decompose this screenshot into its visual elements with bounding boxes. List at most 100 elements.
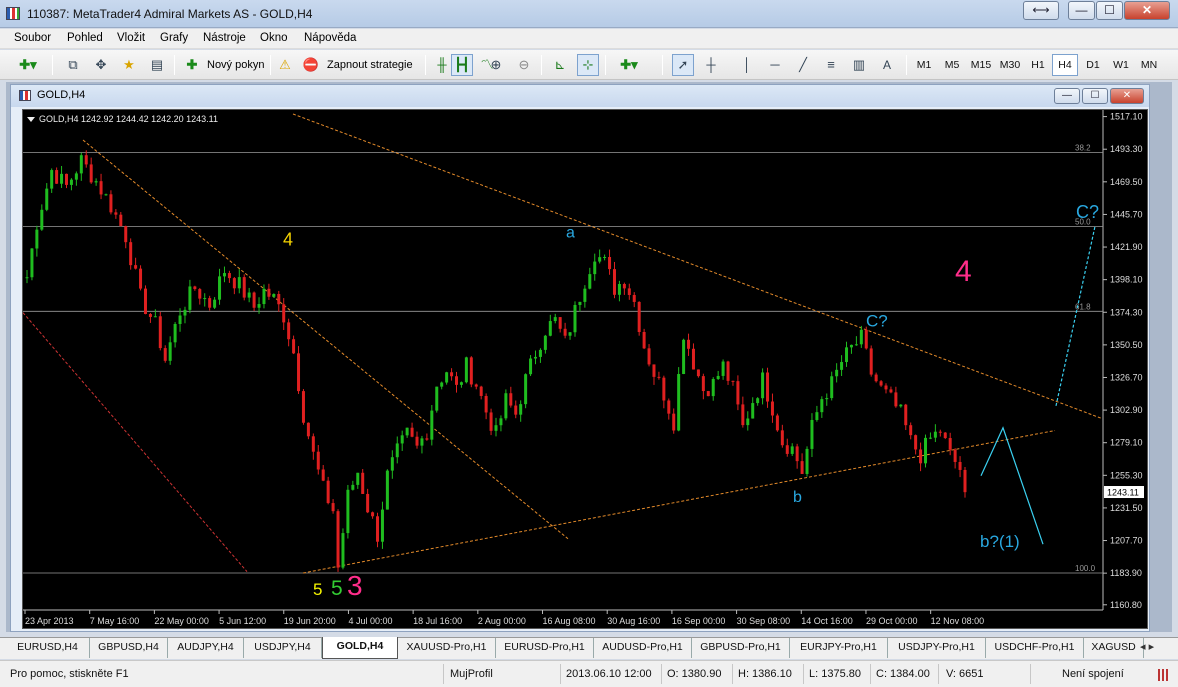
candle-body — [563, 328, 567, 336]
wave-label: a — [566, 224, 575, 241]
candle-body — [435, 386, 439, 411]
chart-tab[interactable]: EURJPY-Pro,H1 — [790, 638, 888, 658]
timeframe-h4[interactable]: H4 — [1052, 54, 1078, 76]
chart-tab[interactable]: USDCHF-Pro,H1 — [986, 638, 1084, 658]
chart-canvas[interactable]: 1517.10 1493.30 1469.50 1445.70 1421.90 1398.… — [23, 110, 1147, 628]
chart-tab[interactable]: GBPUSD,H4 — [90, 638, 168, 658]
horizontal-line-icon[interactable]: ─ — [764, 54, 786, 76]
menu-grafy[interactable]: Grafy — [160, 32, 188, 44]
status-profile[interactable]: MujProfil — [450, 668, 493, 680]
candle-body — [598, 257, 602, 262]
status-high: H: 1386.10 — [738, 668, 792, 680]
candle-body — [237, 277, 241, 289]
time-tick-label: 5 Jun 12:00 — [219, 616, 266, 626]
chart-shift-icon[interactable]: ⊹ — [577, 54, 599, 76]
candle-body — [538, 349, 542, 357]
profiles-icon[interactable]: ⧉ — [62, 54, 84, 76]
candle-body — [227, 273, 231, 279]
trendline-icon[interactable]: ╱ — [792, 54, 814, 76]
candle-body — [326, 480, 330, 504]
auto-trading-icon[interactable]: ⛔ — [300, 54, 322, 76]
cursor-icon[interactable]: ➚ — [672, 54, 694, 76]
menu-soubor[interactable]: Soubor — [14, 32, 51, 44]
candle-body — [647, 348, 651, 365]
chart-tab[interactable]: USDJPY,H4 — [244, 638, 322, 658]
favorites-icon[interactable]: ★ — [118, 54, 140, 76]
candle-chart-icon[interactable]: ┣┫ — [451, 54, 473, 76]
timeframe-h1[interactable]: H1 — [1025, 54, 1051, 76]
candle-body — [914, 435, 918, 450]
window-title: 110387: MetaTrader4 Admiral Markets AS -… — [27, 7, 313, 21]
timeframe-m15[interactable]: M15 — [967, 54, 995, 76]
candle-body — [593, 261, 597, 275]
candle-body — [272, 294, 276, 297]
menu-nastroje[interactable]: Nástroje — [203, 32, 246, 44]
candle-body — [336, 511, 340, 568]
candle-body — [766, 372, 770, 402]
auto-trading-button[interactable]: Zapnout strategie — [327, 59, 413, 71]
candle-body — [361, 472, 365, 494]
tab-scroll-arrows-icon[interactable]: ◂ ▸ — [1140, 640, 1174, 653]
crosshair-icon[interactable]: ┼ — [700, 54, 722, 76]
chart-header-ohlc: GOLD,H4 1242.92 1244.42 1242.20 1243.11 — [39, 114, 218, 124]
new-order-button[interactable]: Nový pokyn — [207, 59, 264, 71]
price-tick-label: 1469.50 — [1110, 177, 1143, 187]
minimize-button[interactable]: — — [1068, 1, 1095, 20]
candle-body — [316, 451, 320, 470]
timeframe-m30[interactable]: M30 — [996, 54, 1024, 76]
crosshair-nav-icon[interactable]: ✥ — [90, 54, 112, 76]
price-chart[interactable]: 1517.10 1493.30 1469.50 1445.70 1421.90 1398.… — [22, 109, 1148, 629]
timeframe-mn[interactable]: MN — [1136, 54, 1162, 76]
timeframe-w1[interactable]: W1 — [1108, 54, 1134, 76]
text-tool[interactable]: A — [876, 54, 898, 76]
fibonacci-icon[interactable]: ▥ — [848, 54, 870, 76]
candle-body — [148, 314, 152, 317]
chart-tab[interactable]: USDJPY-Pro,H1 — [888, 638, 986, 658]
wave-label: 5 — [331, 577, 343, 600]
candle-body — [879, 381, 883, 386]
chart-tab[interactable]: AUDUSD-Pro,H1 — [594, 638, 692, 658]
menu-napoveda[interactable]: Nápověda — [304, 32, 356, 44]
chart-close-button[interactable]: ✕ — [1110, 88, 1144, 104]
candle-body — [909, 425, 913, 436]
indicators-icon[interactable]: ✚▾ — [612, 54, 646, 76]
warning-icon[interactable]: ⚠ — [274, 54, 296, 76]
candle-body — [928, 437, 932, 439]
chart-minimize-button[interactable]: — — [1054, 88, 1080, 104]
candle-body — [711, 379, 715, 397]
autoscroll-icon[interactable]: ⊾ — [549, 54, 571, 76]
menu-vlozit[interactable]: Vložit — [117, 32, 145, 44]
maximize-button[interactable]: ☐ — [1096, 1, 1123, 20]
candle-body — [830, 376, 834, 399]
chart-tab[interactable]: XAUUSD-Pro,H1 — [398, 638, 496, 658]
chart-tab[interactable]: EURUSD-Pro,H1 — [496, 638, 594, 658]
timeframe-m5[interactable]: M5 — [939, 54, 965, 76]
timeframe-d1[interactable]: D1 — [1080, 54, 1106, 76]
candle-body — [99, 181, 103, 195]
chart-tab[interactable]: GOLD,H4 — [322, 637, 398, 659]
zoom-in-icon[interactable]: ⊕ — [485, 54, 507, 76]
vertical-line-icon[interactable]: │ — [736, 54, 758, 76]
switch-window-button[interactable]: ⟷ — [1023, 1, 1059, 20]
close-button[interactable]: ✕ — [1124, 1, 1170, 20]
terminal-icon[interactable]: ▤ — [146, 54, 168, 76]
chart-tab[interactable]: GBPUSD-Pro,H1 — [692, 638, 790, 658]
menu-bar: Soubor Pohled Vložit Grafy Nástroje Okno… — [0, 29, 1178, 49]
chart-tab[interactable]: AUDJPY,H4 — [168, 638, 244, 658]
menu-pohled[interactable]: Pohled — [67, 32, 103, 44]
new-order-icon[interactable]: ✚ — [181, 54, 203, 76]
price-tick-label: 1279.10 — [1110, 438, 1143, 448]
chart-tab[interactable]: EURUSD,H4 — [6, 638, 90, 658]
bar-chart-icon[interactable]: ╫ — [431, 54, 453, 76]
candle-body — [292, 339, 296, 354]
chart-tab[interactable]: XAGUSD — [1084, 638, 1144, 658]
timeframe-m1[interactable]: M1 — [911, 54, 937, 76]
candle-body — [701, 376, 705, 392]
candle-body — [751, 403, 755, 419]
menu-okno[interactable]: Okno — [260, 32, 288, 44]
candle-body — [242, 277, 246, 298]
channel-icon[interactable]: ≡ — [820, 54, 842, 76]
new-chart-icon[interactable]: ✚▾ — [10, 54, 46, 76]
chart-maximize-button[interactable]: ☐ — [1082, 88, 1108, 104]
zoom-out-icon[interactable]: ⊖ — [513, 54, 535, 76]
